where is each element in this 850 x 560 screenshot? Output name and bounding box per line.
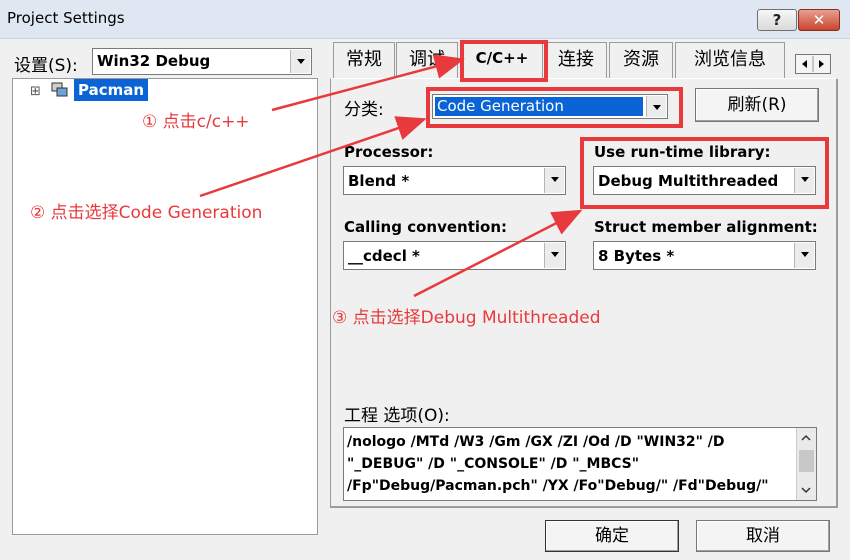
calling-label: Calling convention: — [344, 218, 507, 236]
options-line: /nologo /MTd /W3 /Gm /GX /ZI /Od /D "WIN… — [347, 434, 725, 450]
title-bar: Project Settings ? ✕ — [0, 0, 850, 39]
chevron-down-icon[interactable] — [290, 50, 310, 73]
options-line: "_DEBUG" /D "_CONSOLE" /D "_MBCS" — [347, 456, 640, 472]
processor-value: Blend * — [348, 172, 410, 190]
help-button[interactable]: ? — [757, 9, 797, 31]
annotation-step3: ③ 点击选择Debug Multithreaded — [332, 308, 601, 328]
config-select[interactable]: Win32 Debug — [92, 48, 312, 75]
options-line: /Fp"Debug/Pacman.pch" /YX /Fo"Debug/" /F… — [347, 478, 769, 494]
tree-item-pacman[interactable]: Pacman — [74, 79, 149, 101]
tab-general[interactable]: 常规 — [333, 42, 395, 78]
tab-debug[interactable]: 调试 — [396, 42, 458, 78]
project-icon — [51, 82, 69, 98]
chevron-down-icon[interactable] — [544, 168, 564, 193]
processor-select[interactable]: Blend * — [343, 166, 566, 195]
close-button[interactable]: ✕ — [798, 9, 840, 31]
project-tree[interactable]: ⊞ Pacman — [12, 78, 318, 535]
chevron-down-icon[interactable] — [544, 243, 564, 268]
options-textarea[interactable]: /nologo /MTd /W3 /Gm /GX /ZI /Od /D "WIN… — [343, 427, 817, 501]
runtime-label: Use run-time library: — [594, 143, 771, 161]
struct-align-label: Struct member alignment: — [594, 218, 818, 236]
ok-button[interactable]: 确定 — [545, 520, 679, 552]
annotation-step2: ② 点击选择Code Generation — [30, 203, 263, 223]
reset-button[interactable]: 刷新(R) — [695, 88, 819, 122]
cancel-button[interactable]: 取消 — [696, 520, 830, 552]
struct-align-select[interactable]: 8 Bytes * — [593, 241, 816, 270]
struct-align-value: 8 Bytes * — [598, 247, 675, 265]
chevron-down-icon[interactable] — [646, 96, 666, 117]
options-scrollbar[interactable] — [796, 428, 816, 500]
runtime-value: Debug Multithreaded — [598, 172, 779, 190]
scroll-arrows-icon — [799, 434, 814, 494]
processor-label: Processor: — [344, 143, 434, 161]
window-title: Project Settings — [7, 9, 125, 27]
calling-select[interactable]: __cdecl * — [343, 241, 566, 270]
tab-link[interactable]: 连接 — [545, 42, 607, 78]
calling-value: __cdecl * — [348, 247, 420, 265]
settings-label: 设置(S): — [14, 56, 78, 76]
options-label: 工程 选项(O): — [344, 406, 450, 426]
tab-c-cpp[interactable]: C/C++ — [461, 40, 543, 79]
category-value: Code Generation — [437, 97, 564, 115]
tab-scroll[interactable] — [795, 54, 831, 74]
chevron-down-icon[interactable] — [794, 168, 814, 193]
category-select[interactable]: Code Generation — [432, 94, 668, 119]
category-label: 分类: — [344, 100, 384, 120]
config-value: Win32 Debug — [97, 52, 211, 70]
chevron-down-icon[interactable] — [794, 243, 814, 268]
tab-scroll-arrows-icon — [802, 56, 824, 72]
tab-browse-info[interactable]: 浏览信息 — [675, 42, 785, 78]
options-text: /nologo /MTd /W3 /Gm /GX /ZI /Od /D "WIN… — [347, 431, 769, 497]
expand-icon[interactable]: ⊞ — [30, 84, 41, 99]
runtime-select[interactable]: Debug Multithreaded — [593, 166, 816, 195]
tab-resources[interactable]: 资源 — [609, 42, 673, 78]
annotation-step1: ① 点击c/c++ — [142, 112, 250, 132]
